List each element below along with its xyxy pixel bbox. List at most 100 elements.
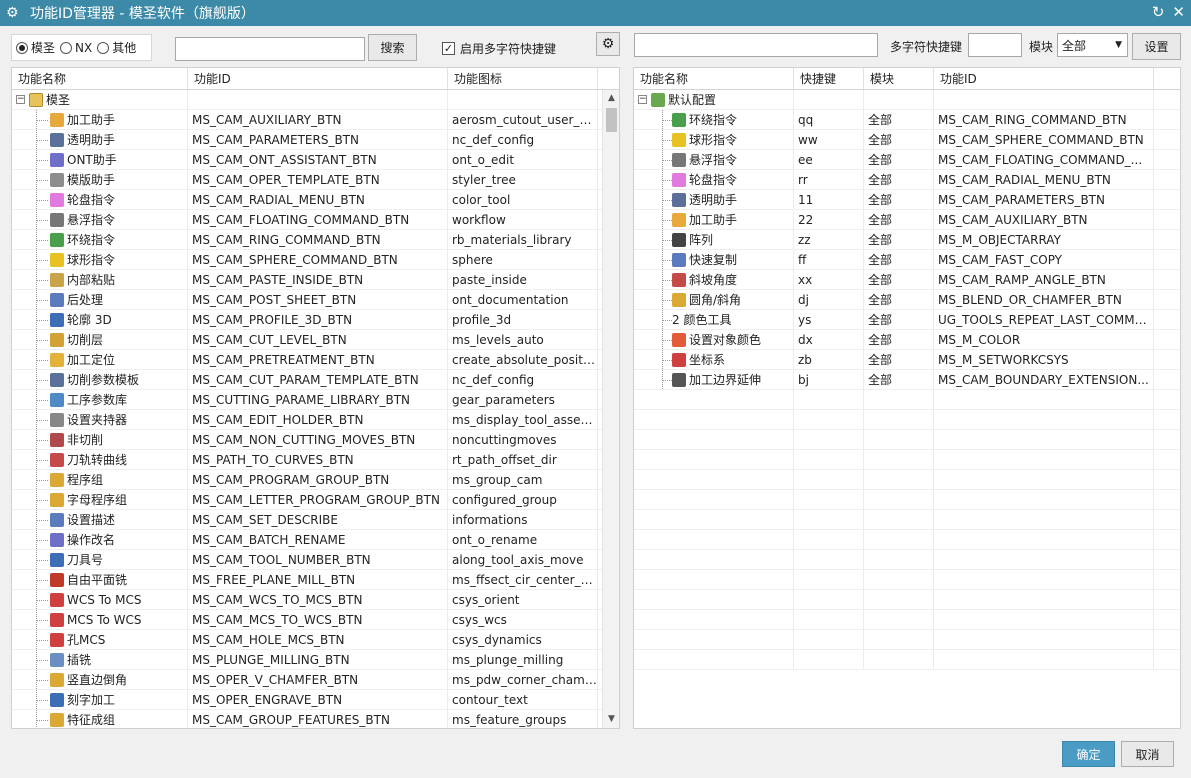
empty-row bbox=[634, 510, 1180, 530]
table-row[interactable]: 坐标系 zb 全部 MS_M_SETWORKCSYS bbox=[634, 350, 1180, 370]
function-id-cell: MS_CAM_ONT_ASSISTANT_BTN bbox=[188, 150, 448, 169]
function-name-label: ONT助手 bbox=[67, 152, 117, 167]
table-row[interactable]: 后处理 MS_CAM_POST_SHEET_BTN ont_documentatio… bbox=[12, 290, 619, 310]
table-row[interactable]: 环绕指令 qq 全部 MS_CAM_RING_COMMAND_BTN bbox=[634, 110, 1180, 130]
table-row[interactable]: 程序组 MS_CAM_PROGRAM_GROUP_BTN ms_group_cam bbox=[12, 470, 619, 490]
search-input[interactable] bbox=[175, 37, 365, 61]
right-search-input[interactable] bbox=[634, 33, 878, 57]
table-row[interactable]: 加工边界延伸 bj 全部 MS_CAM_BOUNDARY_EXTENSION... bbox=[634, 370, 1180, 390]
table-row[interactable]: 工序参数库 MS_CUTTING_PARAME_LIBRARY_BTN gear_p… bbox=[12, 390, 619, 410]
table-row[interactable]: 切削层 MS_CAM_CUT_LEVEL_BTN ms_levels_auto bbox=[12, 330, 619, 350]
table-row[interactable]: 加工助手 MS_CAM_AUXILIARY_BTN aerosm_cutout_us… bbox=[12, 110, 619, 130]
settings-gear-button[interactable]: ⚙ bbox=[596, 32, 620, 56]
table-row[interactable]: 圆角/斜角 dj 全部 MS_BLEND_OR_CHAMFER_BTN bbox=[634, 290, 1180, 310]
table-row[interactable]: 轮廓 3D MS_CAM_PROFILE_3D_BTN profile_3d bbox=[12, 310, 619, 330]
right-shortcut-table: 功能名称 快捷键 模块 功能ID − 默认配置 环绕指令 qq 全部 MS_CAM_RIN… bbox=[633, 67, 1181, 729]
table-row[interactable]: 悬浮指令 ee 全部 MS_CAM_FLOATING_COMMAND_... bbox=[634, 150, 1180, 170]
empty-row bbox=[634, 650, 1180, 670]
close-icon[interactable]: ✕ bbox=[1172, 3, 1185, 21]
table-row[interactable]: 2 颜色工具 ys 全部 UG_TOOLS_REPEAT_LAST_COMMA... bbox=[634, 310, 1180, 330]
col-function-name[interactable]: 功能名称 bbox=[634, 68, 794, 89]
collapse-icon[interactable]: − bbox=[16, 95, 25, 104]
table-row[interactable]: 球形指令 ww 全部 MS_CAM_SPHERE_COMMAND_BTN bbox=[634, 130, 1180, 150]
table-row[interactable]: 刻字加工 MS_OPER_ENGRAVE_BTN contour_text bbox=[12, 690, 619, 710]
table-row[interactable]: 内部粘贴 MS_CAM_PASTE_INSIDE_BTN paste_inside bbox=[12, 270, 619, 290]
table-row[interactable]: 模版助手 MS_CAM_OPER_TEMPLATE_BTN styler_tree bbox=[12, 170, 619, 190]
shortcut-cell: 22 bbox=[794, 210, 864, 229]
table-row[interactable]: 插铣 MS_PLUNGE_MILLING_BTN ms_plunge_milling bbox=[12, 650, 619, 670]
function-name-cell: 竖直边倒角 bbox=[12, 670, 188, 689]
col-function-icon[interactable]: 功能图标 bbox=[448, 68, 598, 89]
table-row[interactable]: 操作改名 MS_CAM_BATCH_RENAME ont_o_rename bbox=[12, 530, 619, 550]
set-button[interactable]: 设置 bbox=[1132, 33, 1181, 60]
function-name-label: 模版助手 bbox=[67, 172, 116, 187]
table-row[interactable]: 孔MCS MS_CAM_HOLE_MCS_BTN csys_dynamics bbox=[12, 630, 619, 650]
function-name-label: 程序组 bbox=[67, 472, 104, 487]
table-row[interactable]: 切削参数模板 MS_CAM_CUT_PARAM_TEMPLATE_BTN nc_de… bbox=[12, 370, 619, 390]
col-module[interactable]: 模块 bbox=[864, 68, 934, 89]
table-row[interactable]: 设置对象颜色 dx 全部 MS_M_COLOR bbox=[634, 330, 1180, 350]
left-scrollbar[interactable]: ▲ ▼ bbox=[602, 90, 619, 728]
table-row[interactable]: 快速复制 ff 全部 MS_CAM_FAST_COPY bbox=[634, 250, 1180, 270]
collapse-icon[interactable]: − bbox=[638, 95, 647, 104]
multi-shortcut-checkbox[interactable]: ✓ 启用多字符快捷键 bbox=[442, 40, 556, 57]
tree-root-row[interactable]: − 模圣 bbox=[12, 90, 619, 110]
table-row[interactable]: 球形指令 MS_CAM_SPHERE_COMMAND_BTN sphere bbox=[12, 250, 619, 270]
module-select[interactable]: 全部 ▼ bbox=[1057, 33, 1128, 57]
table-row[interactable]: 竖直边倒角 MS_OPER_V_CHAMFER_BTN ms_pdw_corner_… bbox=[12, 670, 619, 690]
table-row[interactable]: 设置夹持器 MS_CAM_EDIT_HOLDER_BTN ms_display_to… bbox=[12, 410, 619, 430]
tree-root-row[interactable]: − 默认配置 bbox=[634, 90, 1180, 110]
table-row[interactable]: 悬浮指令 MS_CAM_FLOATING_COMMAND_BTN workflow bbox=[12, 210, 619, 230]
table-row[interactable]: 加工定位 MS_CAM_PRETREATMENT_BTN create_absolu… bbox=[12, 350, 619, 370]
radio-dot-icon[interactable] bbox=[16, 41, 28, 54]
function-icon bbox=[50, 352, 64, 367]
col-shortcut[interactable]: 快捷键 bbox=[794, 68, 864, 89]
table-row[interactable]: 轮盘指令 MS_CAM_RADIAL_MENU_BTN color_tool bbox=[12, 190, 619, 210]
table-row[interactable]: 环绕指令 MS_CAM_RING_COMMAND_BTN rb_materials_… bbox=[12, 230, 619, 250]
table-row[interactable]: 刀具号 MS_CAM_TOOL_NUMBER_BTN along_tool_axis… bbox=[12, 550, 619, 570]
empty-cell bbox=[634, 610, 794, 629]
table-row[interactable]: 特征成组 MS_CAM_GROUP_FEATURES_BTN ms_feature_… bbox=[12, 710, 619, 728]
radio-dot-icon[interactable] bbox=[97, 41, 110, 54]
function-icon-name-cell: styler_tree bbox=[448, 170, 598, 189]
table-row[interactable]: MCS To WCS MS_CAM_MCS_TO_WCS_BTN csys_wcs bbox=[12, 610, 619, 630]
scroll-down-icon[interactable]: ▼ bbox=[603, 711, 619, 728]
empty-row bbox=[634, 630, 1180, 650]
radio-option[interactable]: 其他 bbox=[97, 39, 136, 56]
radio-option[interactable]: NX bbox=[60, 41, 92, 55]
shortcut-input[interactable] bbox=[968, 33, 1022, 57]
table-row[interactable]: 轮盘指令 rr 全部 MS_CAM_RADIAL_MENU_BTN bbox=[634, 170, 1180, 190]
ok-button[interactable]: 确定 bbox=[1062, 741, 1115, 767]
search-button[interactable]: 搜索 bbox=[368, 34, 417, 61]
table-row[interactable]: ONT助手 MS_CAM_ONT_ASSISTANT_BTN ont_o_edit bbox=[12, 150, 619, 170]
radio-dot-icon[interactable] bbox=[60, 41, 73, 54]
scroll-up-icon[interactable]: ▲ bbox=[603, 90, 619, 107]
module-cell: 全部 bbox=[864, 350, 934, 369]
col-function-name[interactable]: 功能名称 bbox=[12, 68, 188, 89]
table-row[interactable]: 透明助手 MS_CAM_PARAMETERS_BTN nc_def_config bbox=[12, 130, 619, 150]
radio-option[interactable]: 模圣 bbox=[16, 39, 55, 56]
checkbox-icon[interactable]: ✓ bbox=[442, 42, 455, 55]
function-id-cell: MS_CAM_NON_CUTTING_MOVES_BTN bbox=[188, 430, 448, 449]
function-name-label: MCS To WCS bbox=[67, 612, 142, 627]
table-row[interactable]: 设置描述 MS_CAM_SET_DESCRIBE informations bbox=[12, 510, 619, 530]
table-row[interactable]: 刀轨转曲线 MS_PATH_TO_CURVES_BTN rt_path_offset… bbox=[12, 450, 619, 470]
table-row[interactable]: 自由平面铣 MS_FREE_PLANE_MILL_BTN ms_ffsect_cir… bbox=[12, 570, 619, 590]
scroll-thumb[interactable] bbox=[606, 108, 617, 132]
function-name-label: 悬浮指令 bbox=[67, 212, 116, 227]
empty-cell bbox=[794, 610, 864, 629]
table-row[interactable]: 非切削 MS_CAM_NON_CUTTING_MOVES_BTN noncuttin… bbox=[12, 430, 619, 450]
table-row[interactable]: 透明助手 11 全部 MS_CAM_PARAMETERS_BTN bbox=[634, 190, 1180, 210]
table-row[interactable]: 阵列 zz 全部 MS_M_OBJECTARRAY bbox=[634, 230, 1180, 250]
col-function-id[interactable]: 功能ID bbox=[934, 68, 1154, 89]
table-row[interactable]: WCS To MCS MS_CAM_WCS_TO_MCS_BTN csys_orie… bbox=[12, 590, 619, 610]
function-name-label: 斜坡角度 bbox=[689, 272, 738, 287]
function-icon bbox=[672, 232, 686, 247]
empty-cell bbox=[634, 430, 794, 449]
cancel-button[interactable]: 取消 bbox=[1121, 741, 1174, 767]
table-row[interactable]: 斜坡角度 xx 全部 MS_CAM_RAMP_ANGLE_BTN bbox=[634, 270, 1180, 290]
refresh-icon[interactable]: ↻ bbox=[1152, 3, 1165, 21]
table-row[interactable]: 字母程序组 MS_CAM_LETTER_PROGRAM_GROUP_BTN conf… bbox=[12, 490, 619, 510]
col-function-id[interactable]: 功能ID bbox=[188, 68, 448, 89]
table-row[interactable]: 加工助手 22 全部 MS_CAM_AUXILIARY_BTN bbox=[634, 210, 1180, 230]
